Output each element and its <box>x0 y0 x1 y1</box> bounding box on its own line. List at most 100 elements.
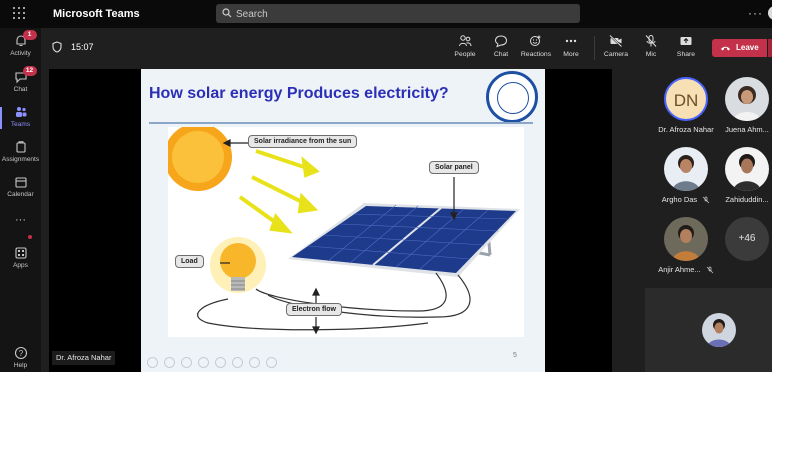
self-view-tile[interactable] <box>645 288 772 372</box>
participant-name: Dr. Afroza Nahar <box>658 125 714 134</box>
activity-badge: 1 <box>22 30 37 40</box>
shared-screen-stage: How solar energy Produces electricity? S… <box>49 69 612 372</box>
rail-item-apps[interactable]: Apps <box>0 246 41 269</box>
leave-button[interactable]: Leave <box>712 39 772 57</box>
next-slide-icon[interactable] <box>164 357 175 368</box>
apps-icon <box>14 246 28 260</box>
assignments-icon <box>14 140 28 154</box>
rail-item-activity[interactable]: 1 Activity <box>0 30 41 57</box>
reactions-button[interactable]: Reactions <box>518 34 554 58</box>
reactions-icon <box>530 35 541 46</box>
rail-label: Apps <box>13 262 28 269</box>
title-bar: Microsoft Teams ··· <box>0 0 772 28</box>
mic-off-icon <box>703 196 710 204</box>
self-avatar <box>702 313 736 347</box>
phone-hangup-icon <box>721 46 730 51</box>
leave-options-button[interactable] <box>767 39 772 57</box>
rail-item-teams[interactable]: Teams <box>0 105 41 129</box>
presentation-slide: How solar energy Produces electricity? S… <box>141 69 545 372</box>
control-label: Chat <box>493 51 509 58</box>
participant-tile[interactable]: Anjir Ahme... <box>656 217 716 274</box>
chat-button[interactable]: Chat <box>483 34 519 58</box>
irradiance-label: Solar irradiance from the sun <box>248 135 358 148</box>
leave-label: Leave <box>736 43 759 52</box>
search-box[interactable] <box>216 4 580 23</box>
shield-icon[interactable] <box>52 41 62 53</box>
rail-item-help[interactable]: ? Help <box>0 346 41 369</box>
avatar <box>664 147 708 191</box>
slideshow-toolbar[interactable] <box>147 355 283 368</box>
rail-item-calendar[interactable]: Calendar <box>0 175 41 198</box>
people-icon <box>459 35 472 47</box>
divider <box>594 36 595 60</box>
chat-badge: 12 <box>22 66 37 76</box>
control-label: Share <box>676 51 696 58</box>
people-button[interactable]: People <box>447 34 483 58</box>
avatar <box>664 217 708 261</box>
calendar-icon <box>14 175 28 189</box>
participant-tile[interactable]: DN Dr. Afroza Nahar <box>656 77 716 134</box>
rail-label: Help <box>13 362 28 369</box>
teams-icon <box>14 105 28 119</box>
rail-item-chat[interactable]: 12 Chat <box>0 66 41 93</box>
app-launcher-icon[interactable] <box>13 7 27 21</box>
rail-label: Assignments <box>1 156 40 163</box>
solar-energy-illustration: Solar irradiance from the sun Solar pane… <box>164 123 524 337</box>
rail-label: Teams <box>10 121 31 128</box>
pen-icon[interactable] <box>181 357 192 368</box>
load-label: Load <box>175 255 204 268</box>
svg-text:?: ? <box>18 349 23 358</box>
options-icon[interactable] <box>266 357 277 368</box>
app-rail: 1 Activity 12 Chat Teams Assignments Cal… <box>0 28 41 372</box>
participant-tile[interactable]: Zahiduddin... <box>717 147 772 204</box>
camera-button[interactable]: Camera <box>598 34 634 58</box>
more-icon <box>565 39 577 43</box>
pointer-icon[interactable] <box>198 357 209 368</box>
rail-item-assignments[interactable]: Assignments <box>0 140 41 163</box>
control-label: Mic <box>645 51 657 58</box>
participant-name: Anjir Ahme... <box>658 265 701 274</box>
app-title: Microsoft Teams <box>53 8 140 20</box>
control-label: Reactions <box>520 51 552 58</box>
more-apps-icon[interactable]: ··· <box>0 214 41 226</box>
solar-diagram <box>164 123 520 335</box>
avatar <box>725 147 769 191</box>
slide-title: How solar energy Produces electricity? <box>149 85 449 102</box>
control-label: Camera <box>603 51 629 58</box>
prev-slide-icon[interactable] <box>147 357 158 368</box>
rail-label: Chat <box>13 86 28 93</box>
electron-flow-label: Electron flow <box>286 303 342 316</box>
more-participants-button[interactable]: +46 <box>717 217 772 265</box>
mic-off-icon <box>645 35 657 47</box>
help-icon: ? <box>14 346 28 360</box>
zoom-icon[interactable] <box>215 357 226 368</box>
view-icon[interactable] <box>249 357 260 368</box>
share-icon <box>680 37 692 45</box>
camera-off-icon <box>609 34 623 48</box>
participant-tile[interactable]: Argho Das <box>656 147 716 204</box>
subtitles-icon[interactable] <box>232 357 243 368</box>
settings-more-icon[interactable]: ··· <box>748 6 763 20</box>
meeting-timer: 15:07 <box>71 42 94 52</box>
participant-tile[interactable]: Juena Ahm... <box>717 77 772 134</box>
avatar: DN <box>664 77 708 121</box>
more-participants-count: +46 <box>725 217 769 261</box>
more-button[interactable]: More <box>553 34 589 58</box>
control-label: More <box>563 51 579 58</box>
notification-dot <box>28 235 32 239</box>
participant-name: Zahiduddin... <box>725 195 769 204</box>
university-seal-logo <box>486 71 538 123</box>
mic-off-icon <box>706 266 714 274</box>
avatar <box>725 77 769 121</box>
rail-label: Activity <box>10 50 31 57</box>
teams-window: Microsoft Teams ··· 1 Activity 12 Chat <box>0 0 772 372</box>
share-button[interactable]: Share <box>668 34 704 58</box>
mic-button[interactable]: Mic <box>633 34 669 58</box>
search-icon <box>222 8 232 18</box>
participant-name: Argho Das <box>661 195 698 204</box>
search-input[interactable] <box>234 5 568 23</box>
meeting-controls-bar: 15:07 People Chat Reactions More Camera … <box>41 28 772 67</box>
solar-panel-label: Solar panel <box>429 161 479 174</box>
rail-label: Calendar <box>7 191 34 198</box>
profile-avatar[interactable] <box>768 6 772 20</box>
